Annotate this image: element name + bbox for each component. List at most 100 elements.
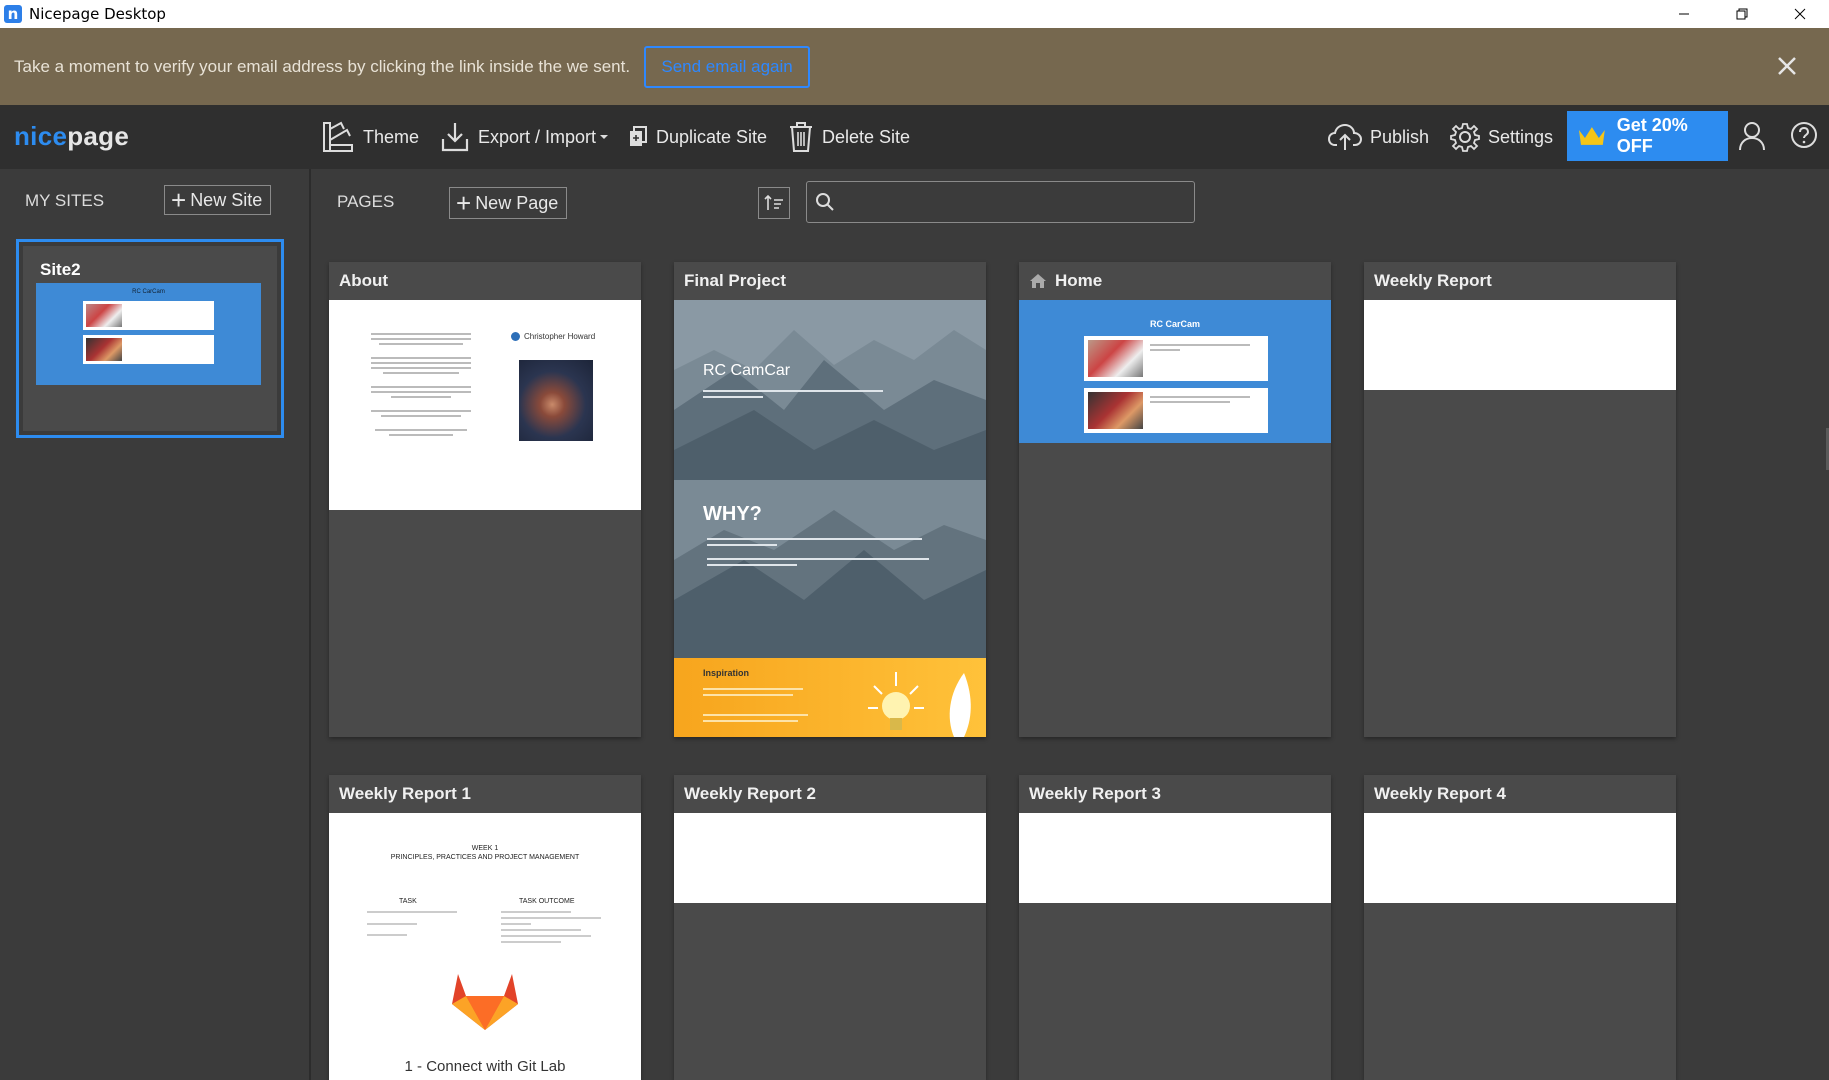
theme-icon [323, 121, 353, 152]
chevron-down-icon [600, 135, 609, 139]
page-thumbnail: RC CarCam [1019, 300, 1331, 443]
inspiration-heading: Inspiration [703, 668, 750, 678]
cloud-upload-icon [1328, 123, 1362, 150]
page-title: Weekly Report 2 [684, 784, 816, 803]
page-card-final-project[interactable]: Final Project RC CamCar WHY? Inspiration [674, 262, 986, 737]
account-button[interactable] [1738, 121, 1766, 156]
why-text-line [707, 538, 922, 540]
page-card-weekly-report-4[interactable]: Weekly Report 4 [1364, 775, 1676, 1080]
export-import-button[interactable]: Export / Import [440, 119, 609, 155]
why-heading: WHY? [703, 503, 762, 525]
site-thumbnail-title: RC CarCam [132, 289, 165, 295]
main-toolbar: nicepage Theme Export / Import Duplicate… [0, 105, 1829, 169]
crown-icon [1578, 127, 1605, 145]
new-site-label: New Site [190, 189, 263, 210]
task-outcome-column-heading: TASK OUTCOME [519, 898, 575, 905]
close-icon [1794, 8, 1806, 20]
week-subtitle: PRINCIPLES, PRACTICES AND PROJECT MANAGE… [390, 854, 580, 861]
duplicate-icon [630, 126, 647, 146]
duplicate-site-button[interactable]: Duplicate Site [628, 119, 767, 155]
page-title: Final Project [684, 271, 787, 290]
window-title: Nicepage Desktop [29, 5, 166, 23]
delete-site-button[interactable]: Delete Site [788, 119, 910, 155]
page-thumbnail [1364, 813, 1676, 903]
page-card-weekly-report-2[interactable]: Weekly Report 2 [674, 775, 986, 1080]
banner-close-button[interactable] [1773, 52, 1801, 80]
thumbnail-image [1088, 392, 1143, 429]
minimize-icon [1679, 13, 1689, 15]
hero-text-line [703, 390, 883, 392]
page-thumbnail: WEEK 1 PRINCIPLES, PRACTICES AND PROJECT… [329, 813, 641, 1080]
page-card-weekly-report-1[interactable]: Weekly Report 1 WEEK 1 PRINCIPLES, PRACT… [329, 775, 641, 1080]
thumbnail-image [86, 304, 122, 327]
help-button[interactable] [1790, 121, 1818, 154]
why-text-line [707, 558, 929, 560]
author-name: Christopher Howard [524, 332, 596, 341]
lightbulb-icon [868, 672, 971, 737]
home-thumbnail-title: RC CarCam [1149, 319, 1200, 329]
plus-icon: + [171, 185, 187, 215]
page-card-about[interactable]: About Christopher Howard [329, 262, 641, 737]
inspiration-section: Inspiration [674, 658, 986, 737]
page-card-home[interactable]: Home RC CarCam [1019, 262, 1331, 737]
duplicate-site-label: Duplicate Site [656, 126, 768, 147]
page-thumbnail [1364, 300, 1676, 390]
page-card-weekly-report-3[interactable]: Weekly Report 3 [1019, 775, 1331, 1080]
gear-icon [1450, 123, 1480, 152]
nicepage-logo: nicepage [14, 121, 129, 152]
pages-heading: PAGES [337, 192, 395, 211]
close-window-button[interactable] [1771, 0, 1829, 28]
trash-icon [790, 122, 812, 152]
site-thumbnail: RC CarCam [36, 283, 261, 385]
new-site-button[interactable]: + New Site [164, 185, 272, 215]
thumbnail-image [1088, 340, 1143, 377]
page-thumbnail: RC CamCar WHY? Inspiration [674, 300, 986, 737]
sort-icon [764, 194, 783, 210]
window-controls [1655, 0, 1829, 28]
get-discount-button[interactable]: Get 20% OFF [1567, 111, 1728, 161]
restore-icon [1736, 8, 1748, 20]
thumbnail-row [1084, 336, 1268, 381]
author-photo [519, 360, 593, 441]
page-title: Weekly Report 4 [1374, 784, 1506, 803]
page-thumbnail: Christopher Howard [329, 300, 641, 510]
why-text-line [707, 564, 797, 566]
theme-label: Theme [363, 126, 420, 147]
week-heading: WEEK 1 [471, 845, 499, 852]
home-icon [1030, 274, 1046, 288]
info-icon [511, 332, 520, 341]
theme-button[interactable]: Theme [321, 119, 419, 155]
new-page-button[interactable]: + New Page [449, 187, 568, 219]
delete-site-label: Delete Site [822, 126, 911, 147]
page-title: About [339, 271, 389, 290]
my-sites-heading: MY SITES [25, 191, 105, 210]
restore-button[interactable] [1713, 0, 1771, 28]
site-name: Site2 [40, 260, 81, 279]
minimize-button[interactable] [1655, 0, 1713, 28]
page-search-box[interactable] [806, 181, 1195, 223]
export-import-icon [441, 123, 469, 152]
page-thumbnail [674, 813, 986, 903]
sort-button[interactable] [758, 187, 790, 219]
export-import-label: Export / Import [478, 126, 597, 147]
page-title: Weekly Report [1374, 271, 1492, 290]
thumbnail-row [1084, 388, 1268, 433]
settings-button[interactable]: Settings [1450, 119, 1553, 155]
title-bar: n Nicepage Desktop [0, 0, 1829, 28]
banner-message: Take a moment to verify your email addre… [14, 56, 631, 76]
site-card-site2[interactable]: Site2 RC CarCam [16, 239, 284, 438]
settings-label: Settings [1488, 126, 1554, 147]
page-thumbnail [1019, 813, 1331, 903]
search-input[interactable] [843, 193, 1173, 211]
logo-page-text: page [67, 121, 130, 151]
page-title: Weekly Report 3 [1029, 784, 1161, 803]
plus-icon: + [456, 188, 472, 218]
gitlab-caption: 1 - Connect with Git Lab [404, 1058, 566, 1075]
close-icon [1778, 57, 1796, 75]
send-email-again-button[interactable]: Send email again [644, 45, 811, 88]
site-card-body: Site2 RC CarCam [23, 246, 277, 431]
publish-button[interactable]: Publish [1328, 119, 1429, 155]
page-card-weekly-report[interactable]: Weekly Report [1364, 262, 1676, 737]
app-logo-icon: n [4, 5, 22, 23]
page-title: Weekly Report 1 [339, 784, 471, 803]
